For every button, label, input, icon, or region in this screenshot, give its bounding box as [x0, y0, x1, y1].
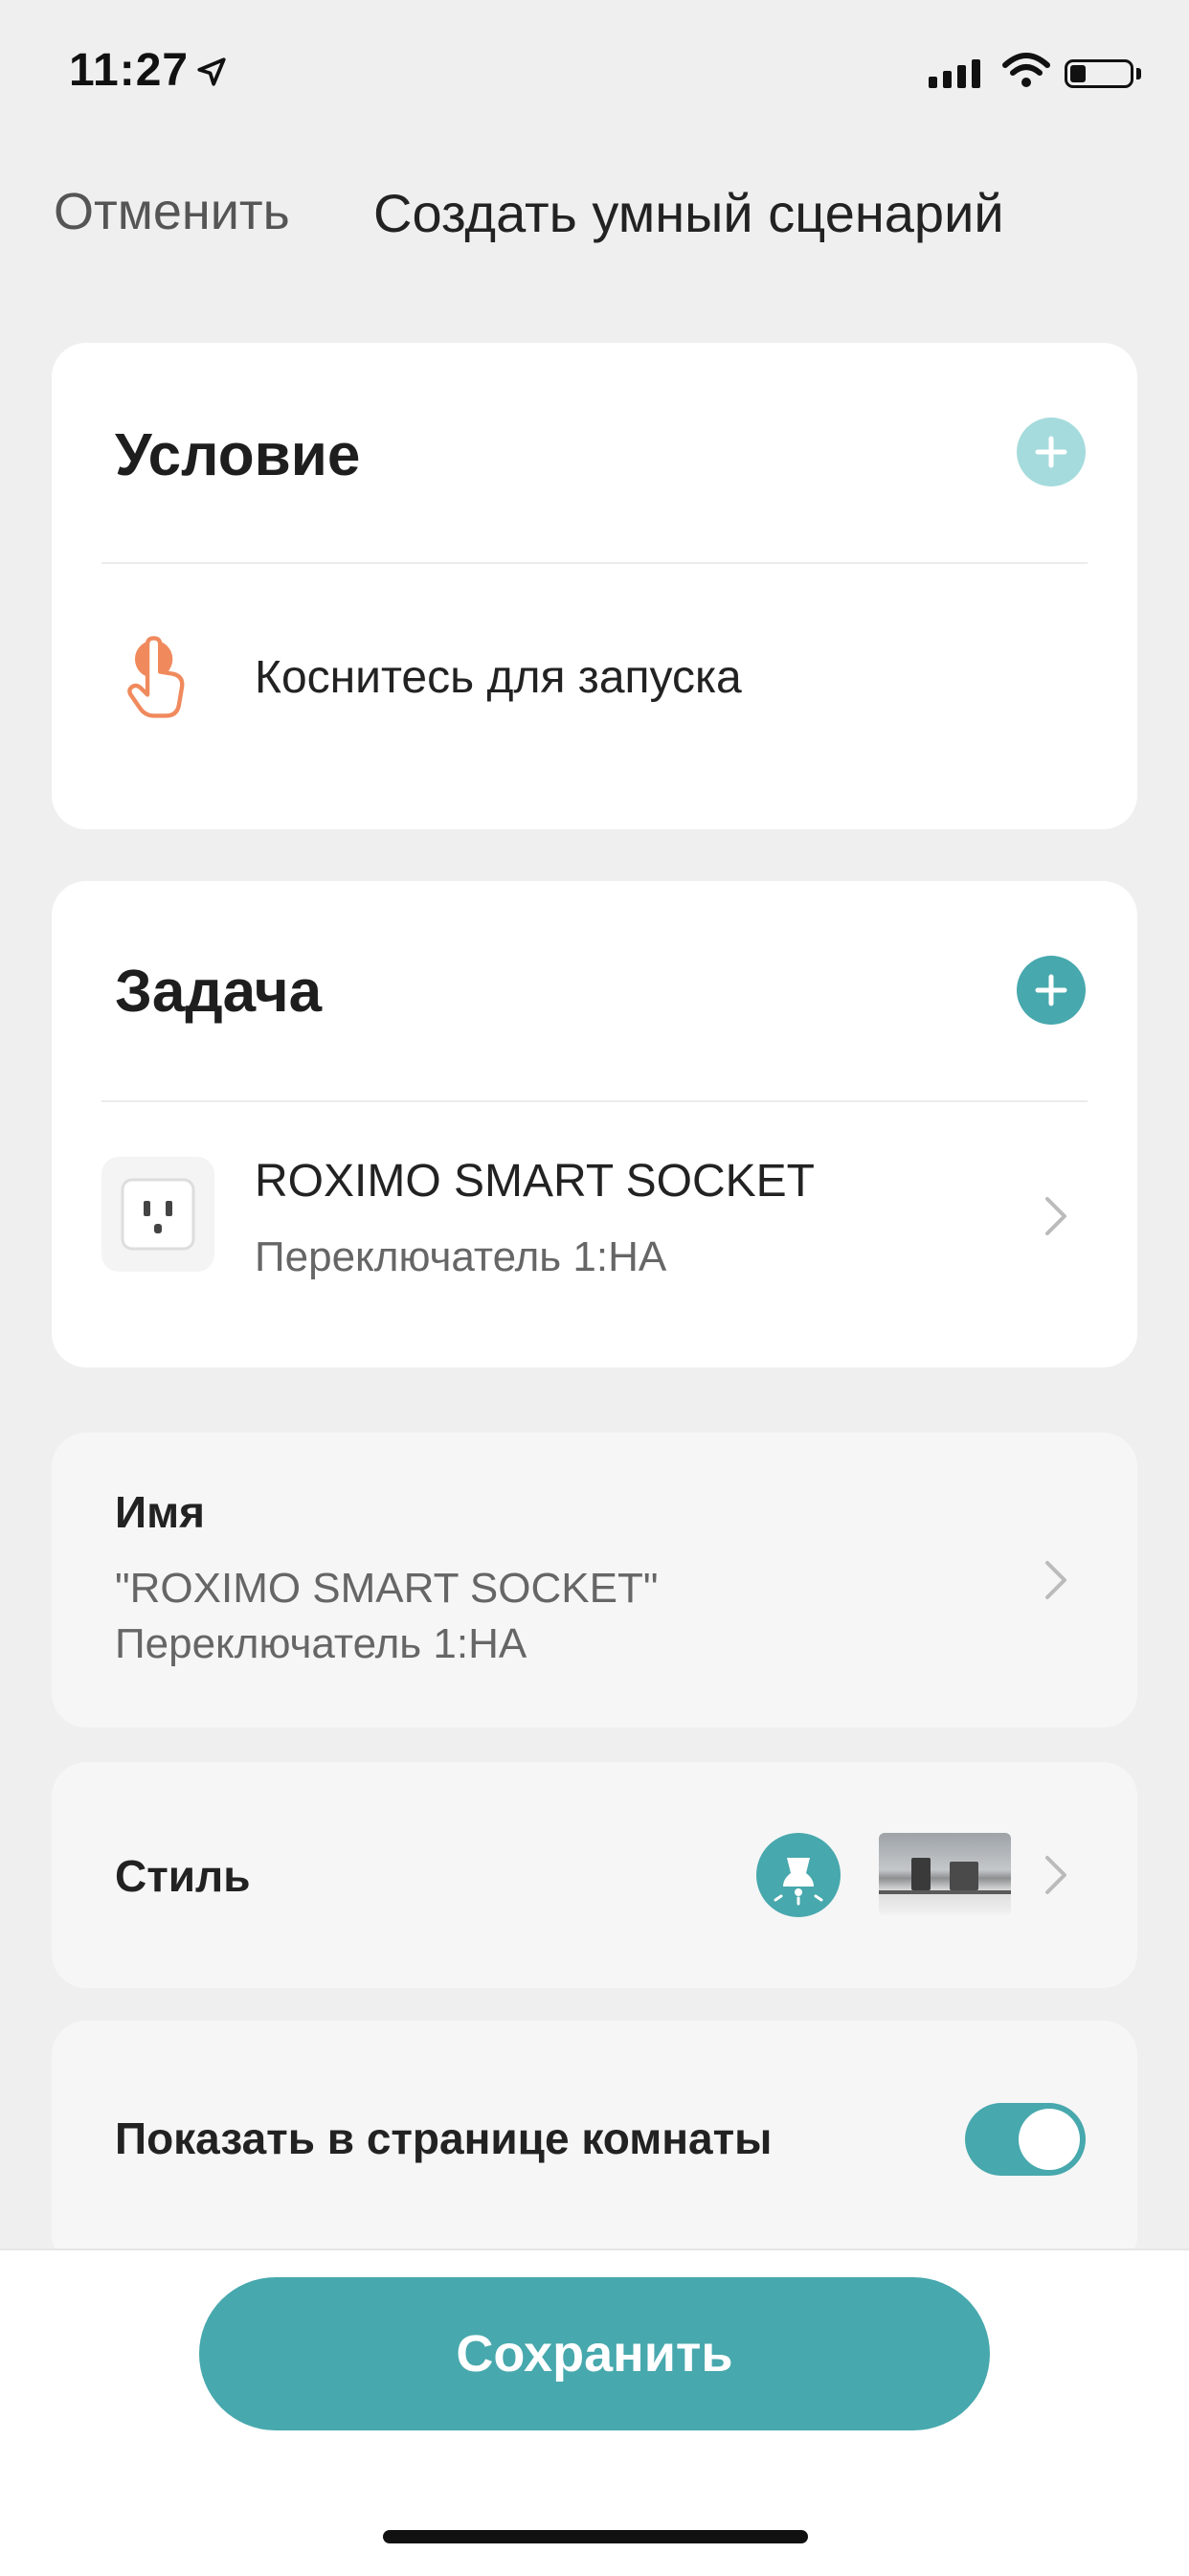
condition-heading: Условие [115, 422, 361, 488]
cellular-signal-icon [929, 59, 980, 88]
home-indicator[interactable] [383, 2530, 808, 2543]
status-time: 11:27 [69, 45, 190, 96]
lamp-icon [756, 1833, 841, 1917]
task-device-name: ROXIMO SMART SOCKET [255, 1156, 815, 1207]
name-value-line2: Переключатель 1:НА [115, 1620, 527, 1667]
task-device-action: Переключатель 1:НА [255, 1233, 667, 1280]
add-task-button[interactable] [1017, 956, 1086, 1025]
name-value-line1: "ROXIMO SMART SOCKET" [115, 1565, 659, 1612]
plus-icon [1035, 974, 1067, 1006]
wifi-icon [1002, 53, 1050, 87]
cancel-button[interactable]: Отменить [54, 182, 290, 241]
chevron-right-icon [1045, 1856, 1066, 1894]
chevron-right-icon [1045, 1197, 1066, 1235]
page-title: Создать умный сценарий [373, 183, 1004, 243]
condition-divider [101, 562, 1088, 564]
task-card [52, 881, 1137, 1367]
cover-image-thumbnail [879, 1833, 1011, 1915]
chevron-right-icon [1045, 1561, 1066, 1599]
toggle-knob [1019, 2109, 1080, 2170]
battery-tip [1136, 68, 1141, 79]
plus-icon [1035, 436, 1067, 468]
task-heading: Задача [115, 959, 323, 1025]
show-in-room-label: Показать в странице комнаты [115, 2113, 773, 2163]
add-condition-button[interactable] [1017, 418, 1086, 486]
save-button[interactable]: Сохранить [199, 2277, 990, 2430]
condition-card [52, 343, 1137, 829]
battery-level [1070, 65, 1086, 82]
tap-to-run-label[interactable]: Коснитесь для запуска [255, 651, 742, 704]
task-divider [101, 1100, 1088, 1102]
power-socket-icon [121, 1178, 195, 1251]
name-label: Имя [115, 1487, 205, 1537]
socket-thumbnail [101, 1157, 214, 1272]
location-arrow-icon [197, 57, 226, 86]
style-label: Стиль [115, 1851, 251, 1901]
tap-hand-icon [127, 636, 185, 718]
